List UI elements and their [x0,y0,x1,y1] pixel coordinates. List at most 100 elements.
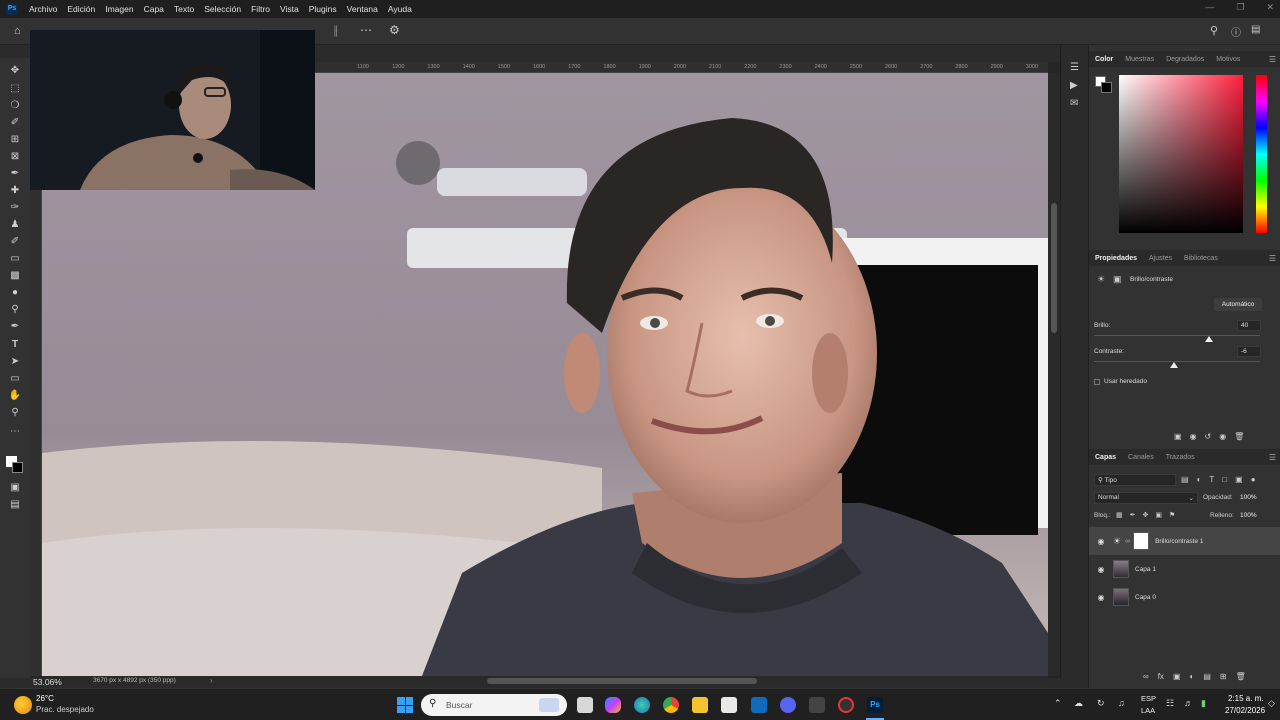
hue-slider[interactable] [1256,75,1267,233]
edge-icon[interactable] [634,697,650,713]
menu-texto[interactable]: Texto [169,4,199,14]
photoshop-logo[interactable]: Ps [6,3,18,15]
clip-icon[interactable]: ▣ [1174,432,1182,441]
layer-row[interactable]: ◉ Capa 0 [1089,583,1280,611]
layer-row[interactable]: ◉ ☀ ∞ Brillo/contraste 1 [1089,527,1280,555]
home-icon[interactable]: ⌂ [14,25,21,37]
lock-all-icon[interactable]: ⚑ [1169,511,1175,519]
more-tools-icon[interactable]: ⋯ [8,425,22,439]
file-explorer-icon[interactable] [692,697,708,713]
menu-edicion[interactable]: Edición [62,4,100,14]
panel-menu-icon[interactable]: ☰ [1269,254,1276,263]
lock-artboard-icon[interactable]: ▣ [1155,511,1162,519]
brush-tool-icon[interactable]: ✑ [8,201,22,215]
filter-shape-icon[interactable]: □ [1222,475,1227,484]
contrast-slider[interactable] [1169,362,1178,368]
windows-start-icon[interactable] [397,697,413,713]
filter-toggle-icon[interactable]: ● [1251,475,1256,484]
quick-select-tool-icon[interactable]: ✐ [8,116,22,130]
language-layout[interactable]: LAA [1141,706,1155,715]
eye-icon[interactable]: ◉ [1095,565,1107,574]
menu-archivo[interactable]: Archivo [24,4,62,14]
brightness-track[interactable] [1094,335,1260,336]
outlook-icon[interactable] [751,697,767,713]
battery-icon[interactable]: ▮ [1201,698,1206,709]
new-adjustment-icon[interactable]: ◐ [1190,672,1195,681]
clock-time[interactable]: 2:15 a. m. [1228,694,1264,703]
tab-bibliotecas[interactable]: Bibliotecas [1178,255,1224,262]
new-layer-icon[interactable]: ⊞ [1220,672,1227,681]
clock-date[interactable]: 27/02/2026 [1225,706,1265,715]
zoom-level[interactable]: 53.06% [33,677,62,687]
blur-tool-icon[interactable]: ● [8,286,22,300]
brightness-slider[interactable] [1204,336,1213,342]
reset-icon[interactable]: ↺ [1205,432,1212,441]
new-group-icon[interactable]: ▤ [1203,672,1211,681]
add-mask-icon[interactable]: ▣ [1173,672,1181,681]
vertical-scroll-thumb[interactable] [1051,203,1057,333]
color-picker-field[interactable] [1119,75,1243,233]
marquee-tool-icon[interactable]: ⬚ [8,82,22,96]
discord-icon[interactable] [780,697,796,713]
tab-propiedades[interactable]: Propiedades [1089,255,1143,262]
lasso-tool-icon[interactable]: ❍ [8,99,22,113]
vertical-scrollbar[interactable] [1048,73,1060,676]
view-previous-icon[interactable]: ◉ [1190,432,1197,441]
brightness-input[interactable]: 40 [1237,320,1261,331]
photoshop-taskbar-icon[interactable]: Ps [867,697,883,713]
filter-pixel-icon[interactable]: ▤ [1181,475,1189,484]
sync-icon[interactable]: ↻ [1097,698,1105,709]
wifi-icon[interactable]: ☷ [1166,698,1174,709]
filter-type-icon[interactable]: T [1209,475,1214,484]
menu-vista[interactable]: Vista [275,4,304,14]
volume-icon[interactable]: ♬ [1184,698,1193,708]
menu-imagen[interactable]: Imagen [100,4,138,14]
filter-smart-icon[interactable]: ▣ [1235,475,1243,484]
distribute-icon[interactable]: ∥ [333,24,339,37]
eye-icon[interactable]: ◉ [1095,593,1107,602]
tab-color[interactable]: Color [1089,56,1119,63]
menu-plugins[interactable]: Plugins [304,4,342,14]
tab-motivos[interactable]: Motivos [1210,56,1246,63]
legacy-checkbox[interactable] [1094,379,1100,385]
auto-button[interactable]: Automático [1214,298,1262,311]
cloud-icon[interactable]: ☁ [1074,698,1083,709]
menu-filtro[interactable]: Filtro [246,4,275,14]
blend-mode-select[interactable]: Normal ⌄ [1094,492,1198,504]
menu-capa[interactable]: Capa [139,4,169,14]
layer-name[interactable]: Capa 0 [1135,594,1156,601]
workspace-icon[interactable]: ▤ [1251,24,1260,35]
restore-icon[interactable]: ❐ [1236,2,1244,13]
background-color-swatch[interactable] [12,462,23,473]
notification-icon[interactable]: ◇ [1268,698,1275,709]
trash-icon[interactable]: 🗑 [1234,432,1244,441]
search-icon[interactable]: ⚲ [1210,24,1218,37]
background-color[interactable] [1101,82,1112,93]
lock-position-icon[interactable]: ✥ [1143,511,1149,519]
layer-name[interactable]: Capa 1 [1135,566,1156,573]
type-tool-icon[interactable]: T [8,338,22,352]
tab-canales[interactable]: Canales [1122,454,1160,461]
link-icon[interactable]: ∞ [1125,538,1130,545]
contrast-input[interactable]: -6 [1237,346,1261,357]
layer-thumbnail[interactable] [1113,588,1129,606]
pen-tool-icon[interactable]: ✒ [8,320,22,334]
layer-name[interactable]: Brillo/contraste 1 [1155,538,1203,545]
language-code[interactable]: ESP [1141,694,1156,703]
fx-icon[interactable]: fx [1158,672,1164,681]
zoom-tool-icon[interactable]: ⚲ [8,406,22,420]
screen-mode-icon[interactable]: ▤ [8,498,22,512]
chevron-right-icon[interactable]: › [210,676,213,685]
eraser-tool-icon[interactable]: ▭ [8,252,22,266]
taskbar-search[interactable]: ⚲ Buscar [421,694,567,716]
layer-filter-select[interactable]: ⚲ Tipo [1094,474,1176,486]
minimize-icon[interactable]: — [1205,2,1214,13]
help-icon[interactable]: ⓘ [1231,24,1241,39]
copilot-icon[interactable] [605,697,621,713]
lock-transparency-icon[interactable]: ▦ [1116,511,1123,519]
delete-layer-icon[interactable]: 🗑 [1236,672,1246,681]
history-icon[interactable]: ☰ [1070,62,1079,73]
move-tool-icon[interactable]: ✥ [8,64,22,78]
hand-tool-icon[interactable]: ✋ [8,389,22,403]
crop-tool-icon[interactable]: ⊞ [8,133,22,147]
